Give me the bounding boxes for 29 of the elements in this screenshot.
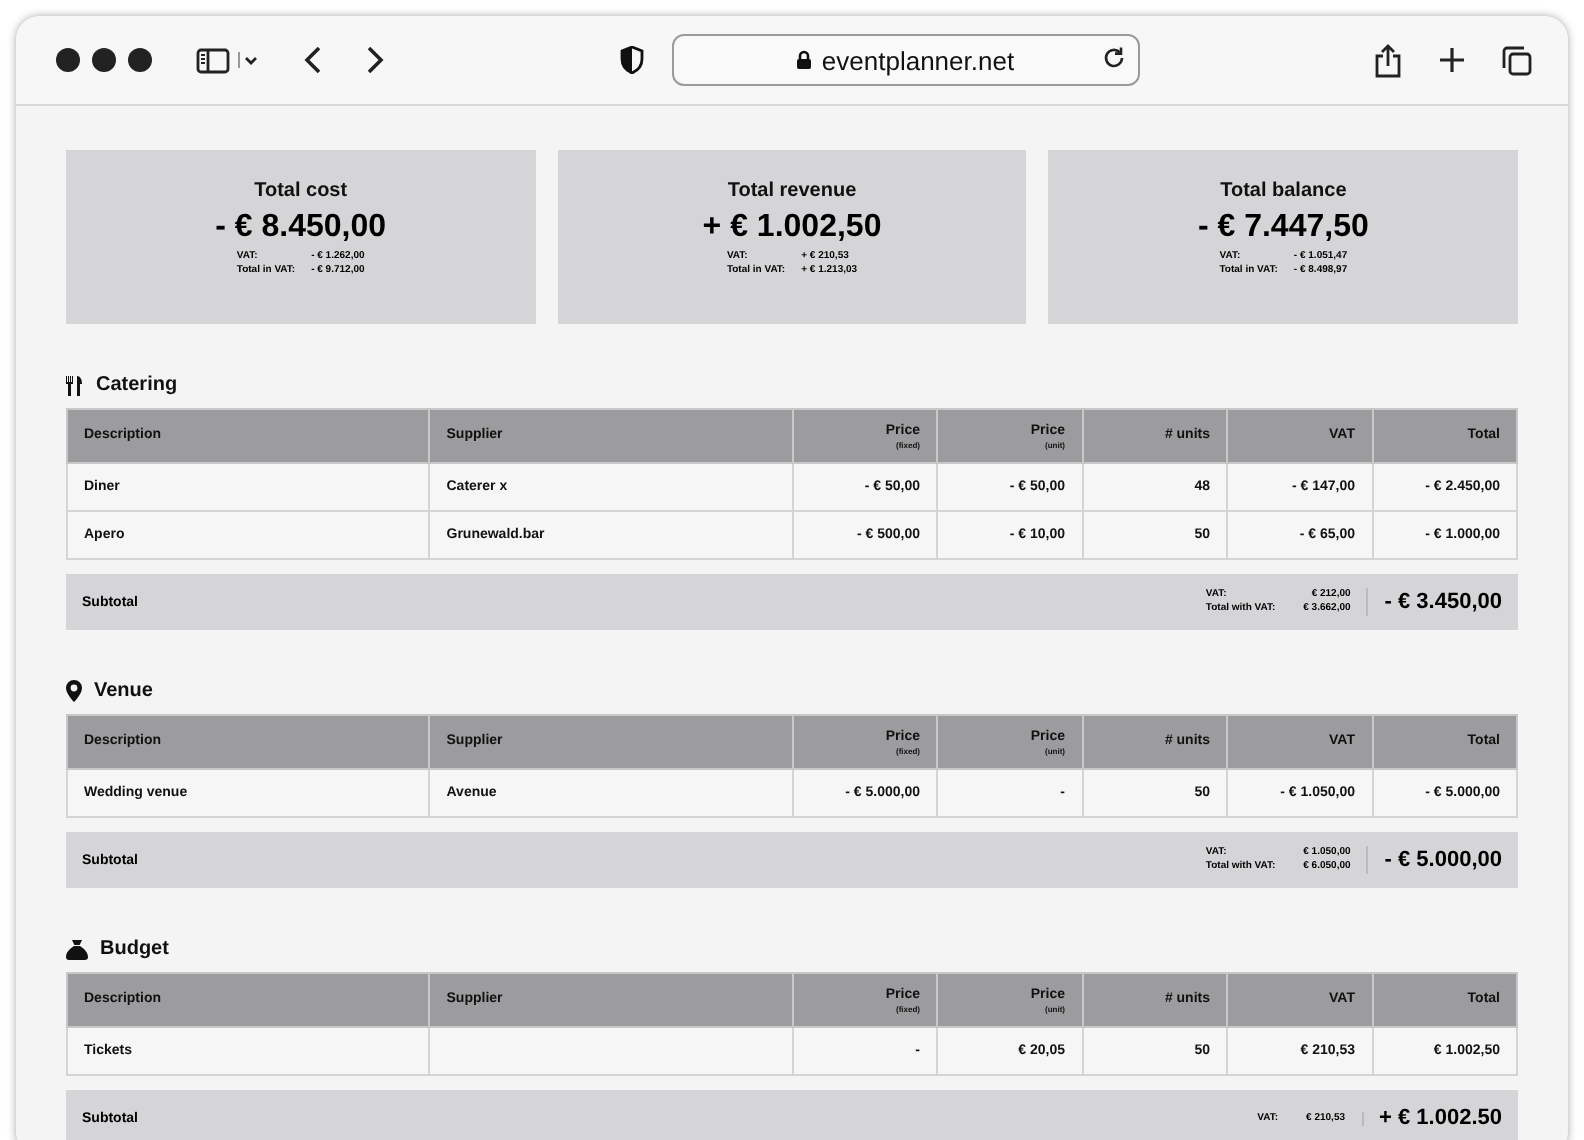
card-title: Total revenue [727, 180, 857, 202]
card-title: Total balance [1220, 180, 1347, 202]
fork-knife-icon [66, 375, 84, 395]
map-pin-icon [66, 680, 82, 702]
card-amount: + € 1.002,50 [702, 210, 882, 246]
card-amount: - € 8.450,00 [215, 210, 387, 246]
tabs-overview-icon[interactable] [1502, 45, 1532, 75]
window-dot[interactable] [128, 48, 152, 72]
subtotal-amount: - € 3.450,00 [1382, 590, 1502, 614]
forward-icon[interactable] [366, 46, 384, 74]
money-bag-icon [66, 939, 88, 959]
window-dot[interactable] [92, 48, 116, 72]
reload-icon[interactable] [1101, 46, 1125, 70]
card-amount: - € 7.447,50 [1197, 210, 1369, 246]
address-bar[interactable]: eventplanner.net [671, 34, 1139, 86]
shield-icon[interactable] [619, 46, 643, 74]
sidebar-icon[interactable] [196, 47, 230, 73]
card-title: Total cost [254, 180, 348, 202]
section-title: Catering [96, 374, 178, 396]
chevron-down-icon[interactable] [238, 52, 262, 68]
share-icon[interactable] [1374, 43, 1402, 77]
subtotal-amount: + € 1.002.50 [1377, 1106, 1502, 1130]
lock-icon [795, 50, 812, 70]
subtotal-amount: - € 5.000,00 [1382, 848, 1502, 872]
section-title: Venue [94, 680, 153, 702]
back-icon[interactable] [304, 46, 322, 74]
section-title: Budget [100, 938, 169, 960]
window-dot[interactable] [56, 48, 80, 72]
plus-icon[interactable] [1438, 46, 1466, 74]
